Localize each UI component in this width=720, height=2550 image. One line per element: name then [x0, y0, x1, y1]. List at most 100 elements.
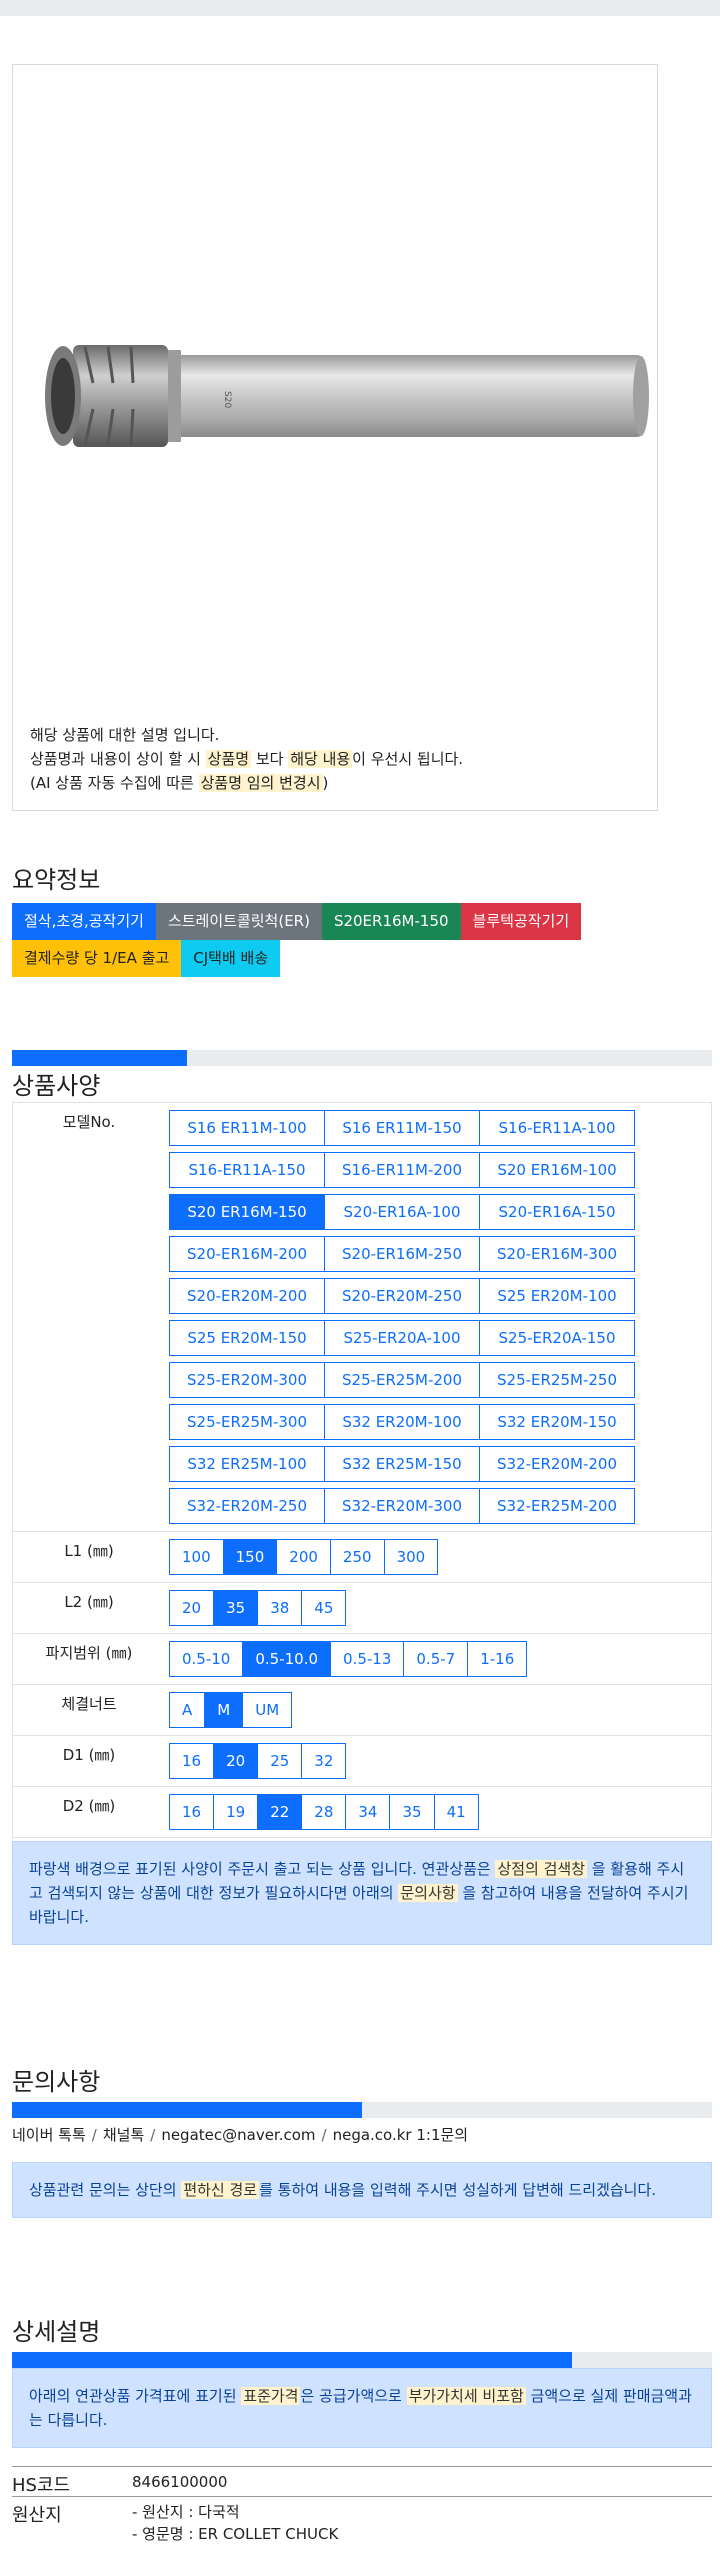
spec-option-button[interactable]: 35	[389, 1794, 435, 1830]
spec-option-button[interactable]: 0.5-7	[403, 1641, 469, 1677]
spec-option-button[interactable]: 25	[257, 1743, 303, 1779]
model-option-button[interactable]: S16-ER11M-200	[324, 1152, 480, 1188]
spec-option-button-row: 16 19 22 28 34 35 41	[169, 1791, 711, 1833]
spec-option-button[interactable]: 20	[169, 1590, 215, 1626]
text-run: 이 우선시 됩니다.	[352, 750, 464, 768]
product-image-box: S20 해당 상품에 대한 설명 입니다. 상품명과 내용이 상이 할 시 상품명…	[12, 64, 658, 811]
spec-option-button[interactable]: M	[204, 1692, 244, 1728]
spec-option-button[interactable]: 32	[301, 1743, 347, 1779]
inquiry-channel-link[interactable]: nega.co.kr 1:1문의	[333, 2126, 469, 2144]
spec-option-label: L2 (㎜)	[64, 1593, 114, 1611]
model-option-button[interactable]: S16-ER11A-150	[169, 1152, 325, 1188]
model-option-row: S20 ER16M-150 S20-ER16A-100 S20-ER16A-150	[169, 1191, 711, 1233]
model-option-row: S25-ER25M-300 S32 ER20M-100 S32 ER20M-150	[169, 1401, 711, 1443]
model-option-button[interactable]: S16 ER11M-150	[324, 1110, 480, 1146]
model-option-button[interactable]: S25-ER25M-300	[169, 1404, 325, 1440]
highlighted-text: 상품명	[205, 750, 252, 768]
spec-option-button[interactable]: 200	[276, 1539, 331, 1575]
origin-line: - 원산지 : 다국적	[132, 2503, 240, 2521]
inquiry-channel-link[interactable]: 네이버 톡톡	[12, 2126, 86, 2144]
model-option-button[interactable]: S32 ER20M-150	[479, 1404, 635, 1440]
summary-tags-row-2: 결제수량 당 1/EA 출고 CJ택배 배송	[12, 940, 281, 977]
separator: /	[321, 2126, 327, 2144]
spec-option-button[interactable]: 150	[222, 1539, 278, 1575]
spec-option-button[interactable]: 100	[169, 1539, 224, 1575]
spec-option-button[interactable]: 19	[213, 1794, 259, 1830]
spec-option-button[interactable]: 300	[383, 1539, 439, 1575]
spec-option-label: L1 (㎜)	[64, 1542, 114, 1560]
spec-option-button[interactable]: 16	[169, 1743, 215, 1779]
model-option-row: S32-ER20M-250 S32-ER20M-300 S32-ER25M-200	[169, 1485, 711, 1527]
model-option-button[interactable]: S16 ER11M-100	[169, 1110, 325, 1146]
summary-tag: 절삭,초경,공작기기	[12, 903, 156, 940]
model-option-button[interactable]: S20-ER16M-300	[479, 1236, 635, 1272]
spec-option-row: L1 (㎜) 100 150 200 250 300	[12, 1532, 712, 1583]
spec-option-button[interactable]: 20	[213, 1743, 259, 1779]
model-option-button[interactable]: S25-ER25M-200	[324, 1362, 480, 1398]
hs-code-value: 8466100000	[132, 2473, 228, 2491]
spec-option-button[interactable]: 34	[345, 1794, 391, 1830]
spec-option-button[interactable]: 0.5-13	[330, 1641, 405, 1677]
model-option-button[interactable]: S20-ER16M-250	[324, 1236, 480, 1272]
spec-option-button[interactable]: 0.5-10	[169, 1641, 244, 1677]
spec-option-button[interactable]: 41	[433, 1794, 479, 1830]
model-option-row: S25 ER20M-150 S25-ER20A-100 S25-ER20A-150	[169, 1317, 711, 1359]
spec-option-button[interactable]: 35	[213, 1590, 259, 1626]
model-option-button[interactable]: S25 ER20M-100	[479, 1278, 635, 1314]
model-option-button[interactable]: S32 ER25M-150	[324, 1446, 480, 1482]
model-option-button[interactable]: S32-ER20M-200	[479, 1446, 635, 1482]
model-option-button[interactable]: S20-ER16A-100	[324, 1194, 480, 1230]
model-option-row: S20-ER20M-200 S20-ER20M-250 S25 ER20M-100	[169, 1275, 711, 1317]
spec-option-values: 20 35 38 45	[165, 1583, 711, 1633]
model-option-button[interactable]: S20-ER16A-150	[479, 1194, 635, 1230]
spec-option-row: D2 (㎜) 16 19 22 28 34 35 41	[12, 1787, 712, 1838]
model-option-row: S16 ER11M-100 S16 ER11M-150 S16-ER11A-100	[169, 1107, 711, 1149]
model-option-button[interactable]: S25-ER25M-250	[479, 1362, 635, 1398]
inquiry-channel-link[interactable]: negatec@naver.com	[161, 2126, 315, 2144]
model-option-button[interactable]: S20-ER20M-250	[324, 1278, 480, 1314]
model-option-button[interactable]: S32 ER20M-100	[324, 1404, 480, 1440]
spec-option-button[interactable]: 16	[169, 1794, 215, 1830]
model-option-button[interactable]: S20-ER20M-200	[169, 1278, 325, 1314]
inquiry-progress-bar	[12, 2102, 712, 2118]
model-option-button[interactable]: S32-ER25M-200	[479, 1488, 635, 1524]
spec-option-button-row: 0.5-10 0.5-10.0 0.5-13 0.5-7 1-16	[169, 1638, 711, 1680]
inquiry-title: 문의사항	[12, 2068, 101, 2096]
summary-tag: 결제수량 당 1/EA 출고	[12, 940, 182, 977]
summary-tag: CJ택배 배송	[181, 940, 281, 977]
text-run: )	[322, 774, 329, 792]
description-line: 상품명과 내용이 상이 할 시 상품명 보다 해당 내용 이 우선시 됩니다.	[30, 747, 463, 771]
model-option-button[interactable]: S20 ER16M-100	[479, 1152, 635, 1188]
spec-option-button[interactable]: A	[169, 1692, 206, 1728]
model-option-button[interactable]: S20 ER16M-150	[169, 1194, 325, 1230]
spec-option-button-row: 16 20 25 32	[169, 1740, 711, 1782]
hs-code-label: HS코드	[12, 2475, 71, 2496]
spec-option-button[interactable]: 28	[301, 1794, 347, 1830]
text-run: 파랑색 배경으로 표기된 사양이 주문시 출고 되는 상품 입니다. 연관상품은	[29, 1860, 496, 1878]
spec-option-button[interactable]: 38	[257, 1590, 303, 1626]
model-option-button[interactable]: S25-ER20M-300	[169, 1362, 325, 1398]
spec-option-button[interactable]: 250	[329, 1539, 385, 1575]
spec-option-button[interactable]: 22	[257, 1794, 303, 1830]
inquiry-channel-link[interactable]: 채널톡	[103, 2126, 144, 2144]
description-line: 해당 상품에 대한 설명 입니다.	[30, 723, 463, 747]
inquiry-notice: 상품관련 문의는 상단의 편하신 경로 를 통하여 내용을 입력해 주시면 성실하…	[12, 2162, 712, 2218]
model-option-button[interactable]: S20-ER16M-200	[169, 1236, 325, 1272]
spec-option-button[interactable]: 0.5-10.0	[242, 1641, 332, 1677]
spec-option-row: L2 (㎜) 20 35 38 45	[12, 1583, 712, 1634]
model-option-button[interactable]: S32-ER20M-300	[324, 1488, 480, 1524]
model-option-button[interactable]: S16-ER11A-100	[479, 1110, 635, 1146]
model-option-button[interactable]: S32 ER25M-100	[169, 1446, 325, 1482]
summary-title: 요약정보	[12, 866, 101, 894]
spec-option-button[interactable]: 45	[301, 1590, 347, 1626]
model-option-button[interactable]: S32-ER20M-250	[169, 1488, 325, 1524]
spec-option-button[interactable]: UM	[242, 1692, 293, 1728]
model-option-button[interactable]: S25-ER20A-100	[324, 1320, 480, 1356]
model-option-button[interactable]: S25 ER20M-150	[169, 1320, 325, 1356]
separator: /	[150, 2126, 156, 2144]
spec-option-button[interactable]: 1-16	[467, 1641, 528, 1677]
text-run: 해당 상품에 대한 설명 입니다.	[30, 726, 220, 744]
spec-option-label: D1 (㎜)	[62, 1746, 116, 1764]
model-options: S16 ER11M-100 S16 ER11M-150 S16-ER11A-100 S…	[165, 1103, 711, 1531]
model-option-button[interactable]: S25-ER20A-150	[479, 1320, 635, 1356]
